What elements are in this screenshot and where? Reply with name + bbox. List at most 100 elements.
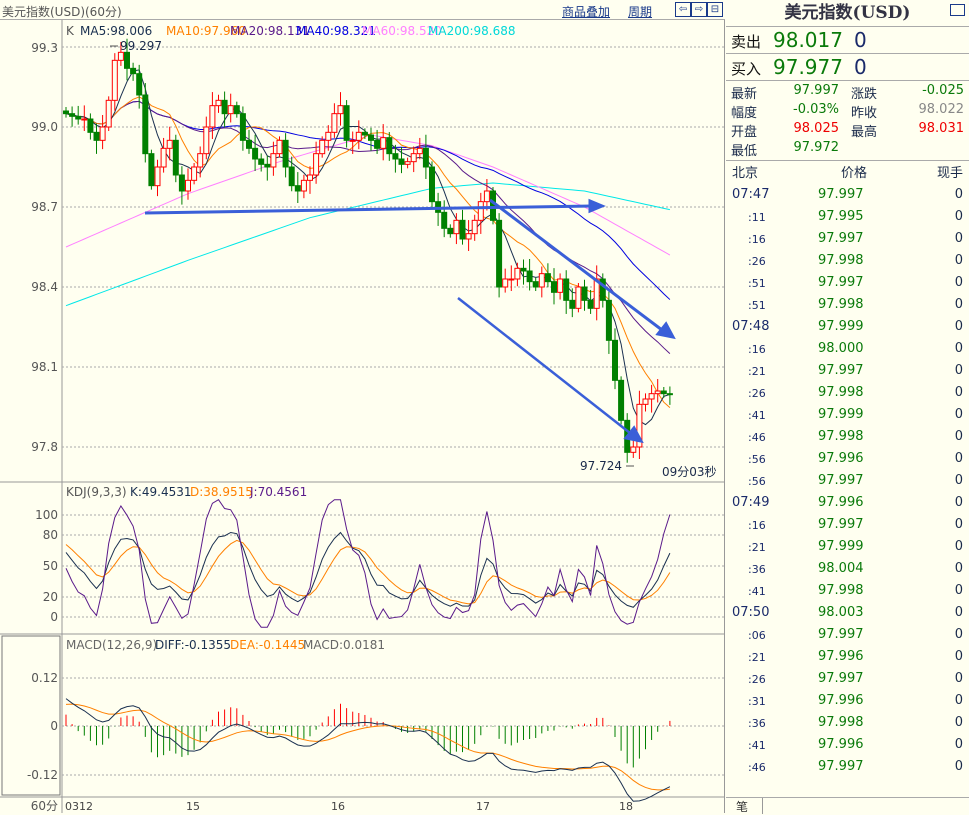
macd-diff-line bbox=[65, 698, 671, 802]
tick-row[interactable]: :56 97.997 0 bbox=[726, 470, 969, 492]
info-value: -0.03% bbox=[793, 102, 839, 117]
tick-row[interactable]: :51 97.997 0 bbox=[726, 272, 969, 294]
tick-row[interactable]: :31 97.996 0 bbox=[726, 690, 969, 712]
tick-time: :26 bbox=[748, 255, 766, 268]
candle-up bbox=[410, 153, 417, 163]
tick-row[interactable]: :21 97.996 0 bbox=[726, 646, 969, 668]
kdj-k: K:49.4531 bbox=[130, 485, 192, 499]
kdj-tick: 80 bbox=[43, 528, 58, 542]
tick-row[interactable]: :11 97.995 0 bbox=[726, 206, 969, 228]
candle-down bbox=[441, 211, 448, 229]
tick-row[interactable]: :26 97.998 0 bbox=[726, 250, 969, 272]
candle-down bbox=[221, 99, 228, 115]
arrow-head-icon bbox=[655, 321, 676, 340]
tick-price: 97.997 bbox=[818, 671, 864, 686]
candle-down bbox=[447, 227, 454, 235]
ma60-line bbox=[65, 134, 671, 256]
tab-trades[interactable]: 笔 bbox=[736, 798, 748, 815]
candle-down bbox=[239, 113, 246, 141]
chart-area[interactable]: 美元指数(USD)(60分) 商品叠加 周期 ⇦ ⇨ ⊟ 99.3 99.0 9… bbox=[0, 0, 725, 813]
tick-row[interactable]: :36 98.004 0 bbox=[726, 558, 969, 580]
candle-down bbox=[569, 299, 576, 309]
tick-time: :36 bbox=[748, 717, 766, 730]
candle-up bbox=[105, 99, 112, 128]
tick-row[interactable]: :16 97.997 0 bbox=[726, 228, 969, 250]
tick-volume: 0 bbox=[954, 649, 963, 664]
tick-volume: 0 bbox=[954, 275, 963, 290]
tick-row[interactable]: 07:50 98.003 0 bbox=[726, 602, 969, 624]
candle-down bbox=[136, 73, 143, 96]
tick-time: :51 bbox=[748, 299, 766, 312]
info-label: 最新 bbox=[731, 87, 758, 102]
candle-down bbox=[361, 131, 368, 136]
tick-row[interactable]: :06 97.997 0 bbox=[726, 624, 969, 646]
candle-up bbox=[630, 446, 637, 453]
candle-down bbox=[246, 139, 252, 149]
info-label: 昨收 bbox=[851, 106, 878, 121]
candle-down bbox=[587, 299, 594, 309]
quote-panel: 美元指数(USD) 卖出 98.017 0 买入 97.977 0 最新 97.9… bbox=[726, 0, 969, 815]
macd-tick: 0.12 bbox=[31, 671, 58, 685]
price-tick: 98.7 bbox=[31, 200, 58, 214]
candle-up bbox=[453, 219, 460, 235]
sell-volume: 0 bbox=[854, 28, 867, 52]
candle-up bbox=[166, 139, 173, 149]
high-label: 99.297 bbox=[120, 39, 162, 53]
tick-row[interactable]: 07:48 97.999 0 bbox=[726, 316, 969, 338]
tick-row[interactable]: :16 98.000 0 bbox=[726, 338, 969, 360]
tick-row[interactable]: :26 97.998 0 bbox=[726, 382, 969, 404]
sell-price: 98.017 bbox=[773, 28, 843, 52]
tick-row[interactable]: :41 97.998 0 bbox=[726, 580, 969, 602]
tick-row[interactable]: :16 97.997 0 bbox=[726, 514, 969, 536]
x-axis-unit: 60分 bbox=[31, 799, 58, 813]
tick-time: :41 bbox=[748, 409, 766, 422]
tick-time: :31 bbox=[748, 695, 766, 708]
candle-down bbox=[459, 219, 466, 240]
trend-arrows bbox=[144, 198, 676, 444]
tick-row[interactable]: :46 97.998 0 bbox=[726, 426, 969, 448]
candle-up bbox=[319, 139, 326, 155]
tick-row[interactable]: :36 97.998 0 bbox=[726, 712, 969, 734]
price-chart[interactable]: 99.3 99.0 98.7 98.4 98.1 97.8 100 80 50 … bbox=[0, 0, 725, 813]
candle-down bbox=[618, 379, 625, 421]
candle-down bbox=[496, 219, 503, 288]
tick-volume: 0 bbox=[954, 539, 963, 554]
tick-time: 07:49 bbox=[732, 495, 770, 510]
candle-up bbox=[276, 139, 283, 155]
legend-ma5: MA5:98.006 bbox=[80, 24, 152, 38]
candle-up bbox=[538, 273, 545, 288]
tick-row[interactable]: 07:47 97.997 0 bbox=[726, 184, 969, 206]
candle-down bbox=[264, 163, 271, 168]
candle-down bbox=[386, 137, 393, 155]
macd-label: MACD(12,26,9) bbox=[66, 638, 157, 652]
candle-down bbox=[124, 51, 130, 69]
tick-row[interactable]: :41 97.996 0 bbox=[726, 734, 969, 756]
candle-up bbox=[117, 51, 124, 61]
candle-down bbox=[563, 278, 570, 301]
tick-row[interactable]: :46 97.997 0 bbox=[726, 756, 969, 778]
tick-row[interactable]: :26 97.997 0 bbox=[726, 668, 969, 690]
candle-down bbox=[343, 105, 350, 141]
candle-up bbox=[197, 153, 204, 168]
buy-volume: 0 bbox=[854, 55, 867, 79]
tick-row[interactable]: :21 97.999 0 bbox=[726, 536, 969, 558]
tick-row[interactable]: :51 97.998 0 bbox=[726, 294, 969, 316]
candle-down bbox=[422, 147, 429, 168]
info-label: 最高 bbox=[851, 125, 878, 140]
tick-time: :56 bbox=[748, 475, 766, 488]
candle-down bbox=[374, 139, 381, 149]
kdj-tick: 0 bbox=[50, 610, 58, 624]
tick-volume: 0 bbox=[954, 473, 963, 488]
tick-row[interactable]: 07:49 97.996 0 bbox=[726, 492, 969, 514]
tick-time: :36 bbox=[748, 563, 766, 576]
candle-down bbox=[75, 115, 82, 120]
candle-down bbox=[282, 139, 289, 168]
tick-volume: 0 bbox=[954, 385, 963, 400]
tick-price: 98.004 bbox=[818, 561, 864, 576]
maximize-icon[interactable] bbox=[950, 4, 965, 16]
tick-row[interactable]: :41 97.999 0 bbox=[726, 404, 969, 426]
tick-row[interactable]: :21 97.997 0 bbox=[726, 360, 969, 382]
candle-down bbox=[178, 174, 185, 192]
candle-up bbox=[514, 267, 521, 280]
tick-row[interactable]: :56 97.996 0 bbox=[726, 448, 969, 470]
